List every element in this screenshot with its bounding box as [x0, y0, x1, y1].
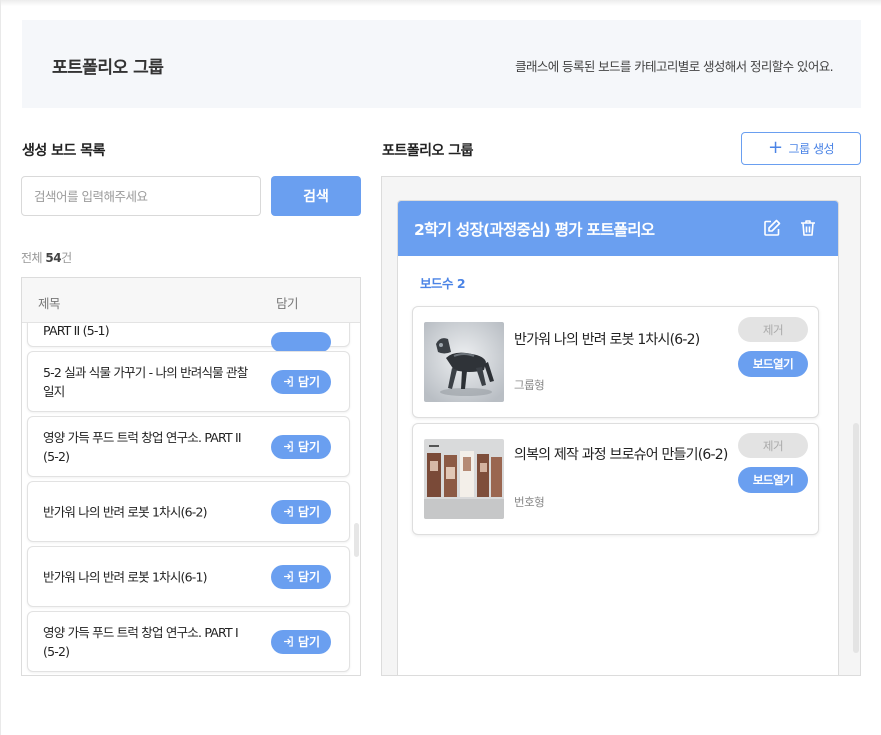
- group-scrollbar[interactable]: [853, 423, 859, 653]
- robot-dog-image: [424, 322, 504, 402]
- remove-board-button[interactable]: 제거: [738, 433, 808, 458]
- add-button[interactable]: 담기: [271, 434, 331, 459]
- board-count-number: 2: [456, 276, 466, 291]
- list-item: 반가워 나의 반려 로봇 1차시(6-2) 담기: [27, 481, 350, 542]
- board-card: 반가워 나의 반려 로봇 1차시(6-2) 그룹형 제거 보드열기: [412, 306, 819, 418]
- list-item: 5-2 실과 식물 가꾸기 - 나의 반려식물 관찰일지 담기: [27, 351, 350, 412]
- brochure-image: [424, 439, 504, 519]
- add-button-label: 담기: [297, 570, 321, 584]
- add-button-label: 담기: [297, 375, 321, 389]
- board-list-panel: 제목 담기 PART II (5-1) 5-2 실과 식물 가꾸기 - 나의 반…: [21, 277, 361, 676]
- board-count: 보드수 2: [420, 273, 466, 292]
- sign-in-icon: [283, 571, 293, 582]
- list-item-title: 반가워 나의 반려 로봇 1차시(6-1): [43, 569, 208, 584]
- group-panel: 2학기 성장(과정중심) 평가 포트폴리오 보드수 2 반가워 나의 반려 로봇…: [381, 176, 861, 676]
- search-input[interactable]: [21, 176, 261, 216]
- plus-icon: +: [767, 136, 783, 158]
- add-button-label: 담기: [297, 440, 321, 454]
- sign-in-icon: [283, 376, 293, 387]
- list-item: 반가워 나의 반려 로봇 1차시(6-1) 담기: [27, 546, 350, 607]
- list-item-title: 영양 가득 푸드 트럭 창업 연구소. PART I (5-2): [43, 624, 239, 659]
- open-board-button[interactable]: 보드열기: [738, 351, 808, 377]
- sign-in-icon: [283, 441, 293, 452]
- add-button-label: 담기: [297, 635, 321, 649]
- create-group-label: 그룹 생성: [788, 142, 835, 156]
- add-button[interactable]: 담기: [271, 564, 331, 589]
- edit-icon[interactable]: [762, 218, 782, 238]
- column-add: 담기: [276, 296, 299, 311]
- page-title: 포트폴리오 그룹: [52, 58, 164, 78]
- sign-in-icon: [283, 636, 293, 647]
- list-item: PART II (5-1): [27, 323, 350, 352]
- add-button[interactable]: 담기: [271, 369, 331, 394]
- portfolio-group-title: 포트폴리오 그룹: [382, 143, 474, 159]
- search-button[interactable]: 검색: [271, 176, 361, 216]
- header-band: 포트폴리오 그룹 클래스에 등록된 보드를 카테고리별로 생성해서 정리할수 있…: [22, 20, 861, 108]
- board-title: 의복의 제작 과정 브로슈어 만들기(6-2): [514, 447, 728, 463]
- list-item-title: 5-2 실과 식물 가꾸기 - 나의 반려식물 관찰일지: [43, 364, 248, 399]
- column-title: 제목: [38, 296, 61, 311]
- list-item-title: 영양 가득 푸드 트럭 창업 연구소. PART II (5-2): [43, 429, 242, 464]
- list-item: 영양 가득 푸드 트럭 창업 연구소. PART II (5-2) 담기: [27, 416, 350, 477]
- group-title: 2학기 성장(과정중심) 평가 포트폴리오: [414, 221, 655, 239]
- total-count-prefix: 전체: [21, 251, 43, 265]
- left-edge: [0, 0, 1, 735]
- group-card: 2학기 성장(과정중심) 평가 포트폴리오 보드수 2 반가워 나의 반려 로봇…: [397, 200, 839, 675]
- add-button[interactable]: 담기: [271, 499, 331, 524]
- list-item-title: 반가워 나의 반려 로봇 1차시(6-2): [43, 504, 208, 519]
- total-count: 전체 54건: [21, 249, 72, 266]
- board-type: 번호형: [514, 495, 545, 509]
- board-title: 반가워 나의 반려 로봇 1차시(6-2): [514, 332, 700, 348]
- board-card: 의복의 제작 과정 브로슈어 만들기(6-2) 번호형 제거 보드열기: [412, 423, 819, 535]
- list-scrollbar[interactable]: [354, 523, 359, 557]
- add-button[interactable]: [271, 332, 331, 352]
- board-count-label: 보드수: [420, 276, 454, 291]
- open-board-button[interactable]: 보드열기: [738, 467, 808, 493]
- top-shadow: [0, 0, 881, 6]
- sign-in-icon: [283, 506, 293, 517]
- create-group-button[interactable]: + 그룹 생성: [741, 132, 861, 165]
- board-type: 그룹형: [514, 378, 545, 392]
- list-item-title: PART II (5-1): [43, 323, 110, 338]
- total-count-number: 54: [45, 251, 62, 265]
- trash-icon[interactable]: [798, 218, 818, 238]
- list-item: 영양 가득 푸드 트럭 창업 연구소. PART I (5-2) 담기: [27, 611, 350, 672]
- total-count-suffix: 건: [61, 251, 72, 265]
- add-button-label: 담기: [297, 505, 321, 519]
- board-list-title: 생성 보드 목록: [22, 143, 106, 159]
- board-list-body[interactable]: PART II (5-1) 5-2 실과 식물 가꾸기 - 나의 반려식물 관찰…: [22, 323, 360, 675]
- group-card-header: 2학기 성장(과정중심) 평가 포트폴리오: [398, 201, 838, 256]
- page-description: 클래스에 등록된 보드를 카테고리별로 생성해서 정리할수 있어요.: [515, 59, 834, 74]
- remove-board-button[interactable]: 제거: [738, 317, 808, 342]
- board-list-header: 제목 담기: [22, 278, 360, 323]
- add-button[interactable]: 담기: [271, 629, 331, 654]
